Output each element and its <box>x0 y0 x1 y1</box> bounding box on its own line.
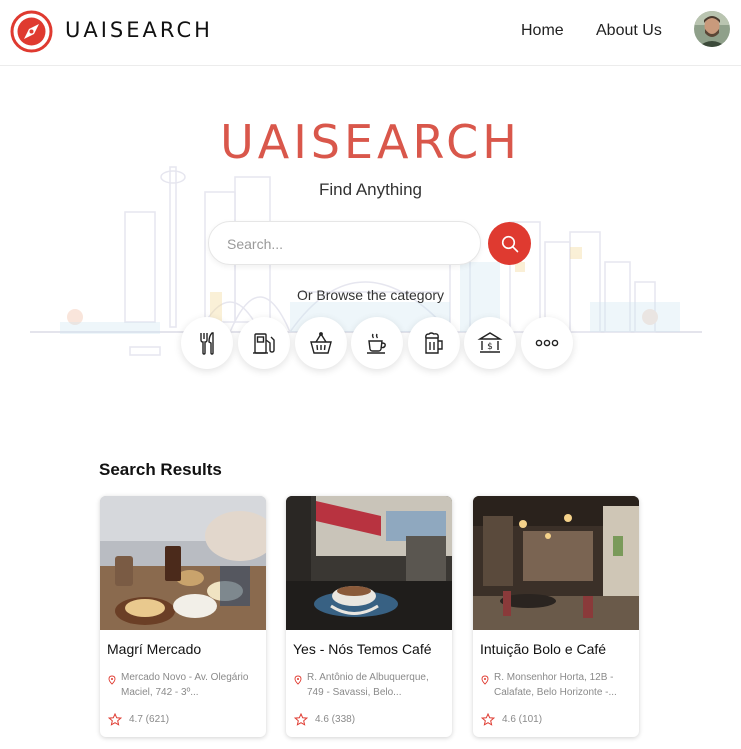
place-address: R. Monsenhor Horta, 12B - Calafate, Belo… <box>494 672 617 698</box>
search-input[interactable] <box>227 233 467 255</box>
category-restaurants-button[interactable] <box>181 317 233 369</box>
place-photo <box>473 496 639 630</box>
result-card[interactable]: Intuição Bolo e Café R. Monsenhor Horta,… <box>473 496 639 737</box>
place-rating: 4.6 (338) <box>315 714 356 725</box>
nav-home-link[interactable]: Home <box>521 22 564 40</box>
place-address: Mercado Novo - Av. Olegário Maciel, 742 … <box>121 672 249 698</box>
top-navbar: UAISEARCH Home About Us <box>0 0 741 66</box>
location-pin-icon <box>481 675 489 685</box>
bank-icon: $ <box>477 332 503 353</box>
result-card[interactable]: Magrí Mercado Mercado Novo - Av. Olegári… <box>100 496 266 737</box>
hero-subtitle: Find Anything <box>318 180 422 199</box>
category-bar-button[interactable] <box>408 317 460 369</box>
category-gas-station-button[interactable] <box>238 317 290 369</box>
hero-section: UAISEARCH Find Anything Or Browse the ca… <box>0 67 741 397</box>
category-grocery-button[interactable] <box>295 317 347 369</box>
category-bank-button[interactable]: $ <box>464 317 516 369</box>
star-icon <box>294 713 308 726</box>
fuel-pump-icon <box>253 333 275 354</box>
browse-category-label: Or Browse the category <box>296 287 445 303</box>
place-photo <box>100 496 266 630</box>
more-icon <box>535 339 559 347</box>
category-coffee-button[interactable] <box>351 317 403 369</box>
place-name: Magrí Mercado <box>107 641 202 657</box>
star-icon <box>108 713 122 726</box>
search-button[interactable] <box>488 222 531 265</box>
category-more-button[interactable] <box>521 317 573 369</box>
place-rating: 4.6 (101) <box>502 714 543 725</box>
search-icon <box>501 235 518 252</box>
result-card[interactable]: Yes - Nós Temos Café R. Antônio de Albuq… <box>286 496 452 737</box>
place-rating: 4.7 (621) <box>129 714 170 725</box>
search-results-heading: Search Results <box>99 460 222 479</box>
coffee-cup-icon <box>367 333 386 354</box>
avatar[interactable] <box>694 11 730 47</box>
place-name: Intuição Bolo e Café <box>480 641 607 657</box>
hero-title: UAISEARCH <box>220 115 521 169</box>
location-pin-icon <box>108 675 116 685</box>
shopping-basket-icon <box>310 332 332 354</box>
svg-text:$: $ <box>487 342 493 352</box>
place-address: R. Antônio de Albuquerque, 749 - Savassi… <box>307 672 429 698</box>
fork-knife-icon <box>200 332 214 355</box>
beer-mug-icon <box>425 332 443 354</box>
compass-logo-icon[interactable] <box>10 10 53 53</box>
search-box <box>208 221 481 265</box>
place-name: Yes - Nós Temos Café <box>293 641 432 657</box>
place-photo <box>286 496 452 630</box>
nav-about-link[interactable]: About Us <box>596 22 662 40</box>
brand-name[interactable]: UAISEARCH <box>65 18 213 42</box>
location-pin-icon <box>294 675 302 685</box>
star-icon <box>481 713 495 726</box>
